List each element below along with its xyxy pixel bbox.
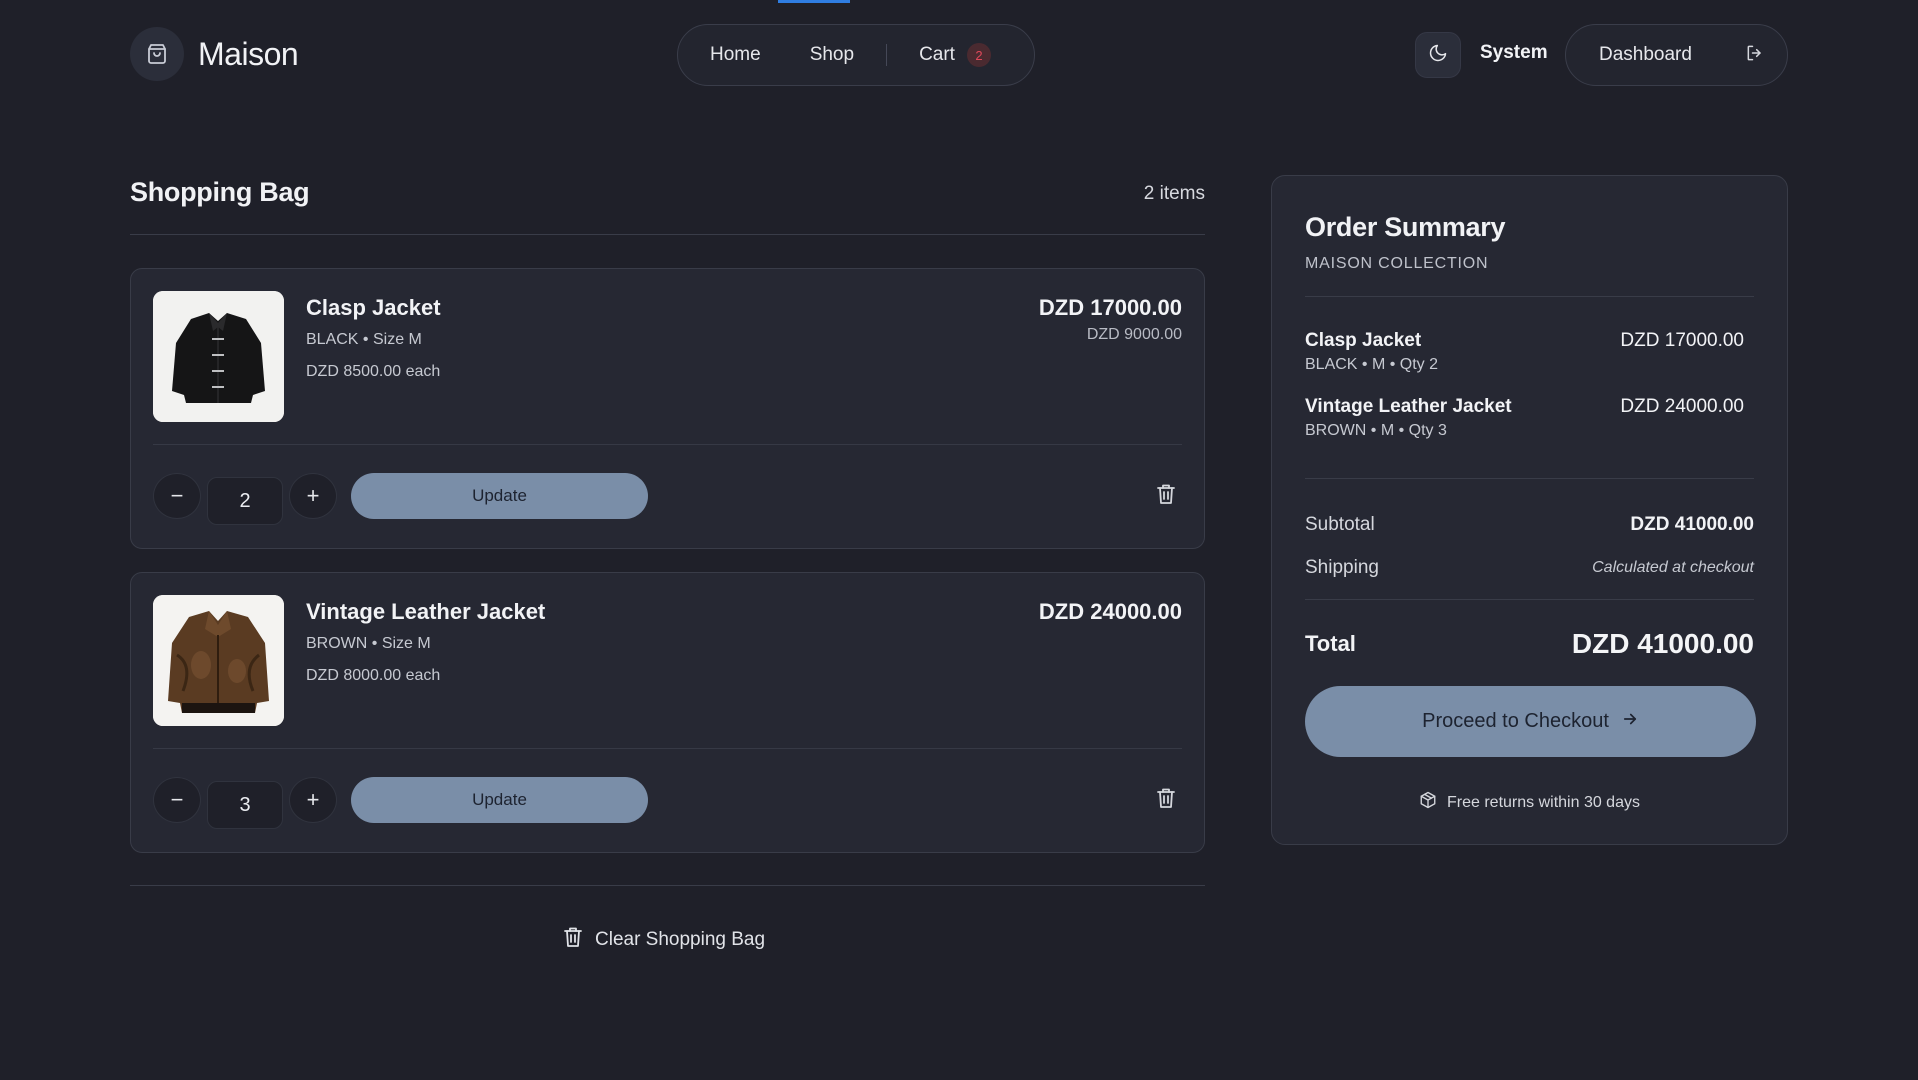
quantity-input[interactable]	[207, 477, 283, 525]
summary-item-meta: BROWN • M • Qty 3	[1305, 422, 1447, 439]
trash-icon	[1156, 483, 1176, 510]
item-total-price: DZD 24000.00	[1038, 599, 1182, 624]
bag-title: Shopping Bag	[130, 177, 310, 207]
theme-mode-label: System	[1480, 42, 1548, 63]
item-divider	[153, 748, 1182, 749]
item-unit-price: DZD 8000.00 each	[306, 667, 441, 684]
checkout-label: Proceed to Checkout	[1422, 710, 1609, 732]
shipping-label: Shipping	[1305, 557, 1379, 578]
shipping-row: Shipping Calculated at checkout	[1305, 557, 1754, 579]
update-quantity-button[interactable]: Update	[351, 777, 648, 823]
active-route-indicator	[778, 0, 850, 3]
summary-item-price: DZD 24000.00	[1620, 396, 1744, 417]
subtotal-label: Subtotal	[1305, 514, 1375, 535]
nav-divider	[886, 44, 888, 66]
cart-item: Vintage Leather Jacket BROWN • Size M DZ…	[130, 572, 1205, 853]
clear-bag-button[interactable]: Clear Shopping Bag	[563, 926, 765, 953]
trash-icon	[1156, 787, 1176, 814]
product-image[interactable]	[153, 291, 284, 422]
item-variant: BROWN • Size M	[306, 635, 431, 652]
nav-home-link[interactable]: Home	[710, 44, 761, 66]
item-variant: BLACK • Size M	[306, 331, 422, 348]
shopping-bag-icon	[130, 27, 184, 81]
item-total-price: DZD 17000.00	[1038, 295, 1182, 320]
total-label: Total	[1305, 631, 1356, 656]
moon-icon	[1428, 43, 1448, 68]
main-nav: Home Shop Cart 2	[677, 24, 1035, 86]
minus-icon: −	[170, 787, 184, 812]
remove-item-button[interactable]	[1150, 784, 1182, 816]
divider	[130, 885, 1205, 886]
summary-subtitle: MAISON COLLECTION	[1305, 255, 1489, 272]
summary-line-item: Vintage Leather Jacket BROWN • M • Qty 3…	[1305, 396, 1744, 440]
decrease-quantity-button[interactable]: −	[153, 473, 201, 519]
increase-quantity-button[interactable]: +	[289, 473, 337, 519]
total-row: Total DZD 41000.00	[1305, 618, 1754, 670]
summary-title: Order Summary	[1305, 212, 1506, 242]
returns-note: Free returns within 30 days	[1272, 791, 1787, 814]
arrow-right-icon	[1621, 710, 1639, 734]
order-summary-card: Order Summary MAISON COLLECTION Clasp Ja…	[1271, 175, 1788, 845]
brand-name: Maison	[198, 35, 299, 72]
summary-line-item: Clasp Jacket BLACK • M • Qty 2 DZD 17000…	[1305, 330, 1744, 374]
subtotal-row: Subtotal DZD 41000.00	[1305, 514, 1754, 536]
plus-icon: +	[306, 483, 320, 508]
divider	[1305, 478, 1754, 479]
plus-icon: +	[306, 787, 320, 812]
returns-label: Free returns within 30 days	[1447, 793, 1640, 811]
checkout-button[interactable]: Proceed to Checkout	[1305, 686, 1756, 757]
theme-toggle-button[interactable]	[1415, 32, 1461, 78]
trash-icon	[563, 926, 583, 953]
cart-count-badge: 2	[966, 43, 991, 67]
item-unit-price: DZD 8500.00 each	[306, 363, 441, 380]
total-value: DZD 41000.00	[1571, 628, 1754, 659]
divider	[1305, 599, 1754, 600]
nav-shop-link[interactable]: Shop	[810, 44, 854, 66]
decrease-quantity-button[interactable]: −	[153, 777, 201, 823]
package-icon	[1419, 791, 1437, 814]
bag-item-count: 2 items	[1143, 183, 1205, 204]
dashboard-label: Dashboard	[1599, 44, 1692, 65]
item-divider	[153, 444, 1182, 445]
cart-item: Clasp Jacket BLACK • Size M DZD 8500.00 …	[130, 268, 1205, 549]
subtotal-value: DZD 41000.00	[1630, 514, 1754, 535]
nav-cart-label: Cart	[919, 44, 955, 65]
clear-bag-label: Clear Shopping Bag	[595, 928, 766, 950]
shipping-value: Calculated at checkout	[1592, 559, 1754, 576]
logout-icon	[1745, 43, 1765, 68]
nav-cart-link[interactable]: Cart 2	[919, 43, 991, 67]
remove-item-button[interactable]	[1150, 480, 1182, 512]
item-name[interactable]: Vintage Leather Jacket	[306, 599, 545, 625]
minus-icon: −	[170, 483, 184, 508]
quantity-input[interactable]	[207, 781, 283, 829]
update-quantity-button[interactable]: Update	[351, 473, 648, 519]
divider	[130, 234, 1205, 235]
divider	[1305, 296, 1754, 297]
product-image[interactable]	[153, 595, 284, 726]
item-name[interactable]: Clasp Jacket	[306, 295, 441, 321]
dashboard-button[interactable]: Dashboard	[1565, 24, 1788, 86]
increase-quantity-button[interactable]: +	[289, 777, 337, 823]
summary-item-meta: BLACK • M • Qty 2	[1305, 356, 1439, 373]
summary-item-price: DZD 17000.00	[1620, 330, 1744, 351]
item-compare-price: DZD 9000.00	[1086, 326, 1182, 343]
brand-logo[interactable]: Maison	[130, 27, 299, 81]
